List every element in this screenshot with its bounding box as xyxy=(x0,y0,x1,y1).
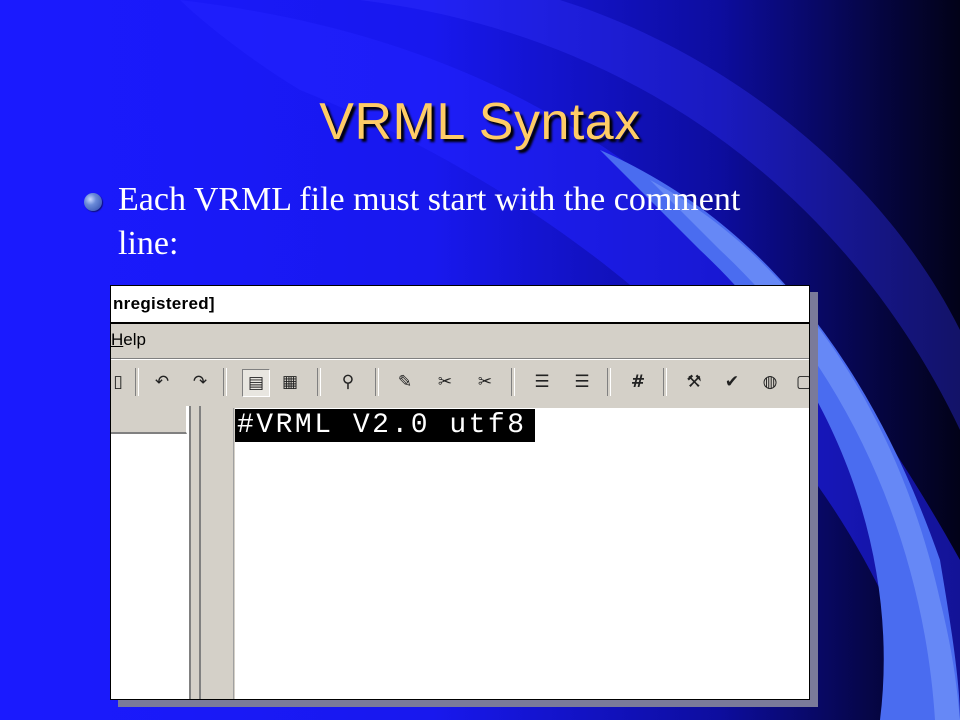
selected-code-line[interactable]: #VRML V2.0 utf8 xyxy=(235,409,535,442)
toolbar-separator xyxy=(223,368,227,396)
pane-splitter[interactable] xyxy=(191,406,197,699)
view-tree-icon[interactable]: ▤ xyxy=(242,369,270,397)
copy-node-icon[interactable]: ✂ xyxy=(472,369,498,395)
check-icon[interactable]: ✔ xyxy=(719,369,745,395)
editor-gutter xyxy=(201,408,234,699)
slide-title: VRML Syntax xyxy=(319,93,641,151)
code-editor[interactable]: #VRML V2.0 utf8 xyxy=(235,408,809,699)
indent-icon[interactable]: ☰ xyxy=(569,369,595,395)
toolbar-separator xyxy=(317,368,321,396)
redo-icon[interactable]: ↷ xyxy=(187,369,213,395)
editor-screenshot: nregistered] Help ▯ ↶ ↷ ▤ ▦ ⚲ ✎ ✂ ✂ ☰ ☰ … xyxy=(110,285,810,700)
menu-bar: Help xyxy=(111,324,809,359)
menu-item-help[interactable]: Help xyxy=(111,330,146,350)
tree-pane-header xyxy=(111,406,187,434)
outdent-icon[interactable]: ☰ xyxy=(529,369,555,395)
toolbar-separator xyxy=(607,368,611,396)
preview-icon[interactable]: ▢ xyxy=(791,369,809,395)
globe-icon[interactable]: ◍ xyxy=(757,369,783,395)
bullet-icon xyxy=(84,193,102,211)
hash-icon[interactable]: # xyxy=(625,369,651,395)
build-icon[interactable]: ⚒ xyxy=(681,369,707,395)
toolbar: ▯ ↶ ↷ ▤ ▦ ⚲ ✎ ✂ ✂ ☰ ☰ # ⚒ ✔ ◍ ▢ xyxy=(111,359,809,406)
bullet-text: Each VRML file must start with the comme… xyxy=(118,181,741,262)
window-titlebar: nregistered] xyxy=(111,286,809,324)
editor-frame: #VRML V2.0 utf8 xyxy=(199,406,809,699)
view-props-icon[interactable]: ▦ xyxy=(277,369,303,395)
print-icon[interactable]: ▯ xyxy=(111,369,131,395)
toolbar-separator xyxy=(663,368,667,396)
tree-pane[interactable] xyxy=(111,406,191,699)
toolbar-separator xyxy=(375,368,379,396)
menu-help-rest: elp xyxy=(123,330,146,349)
undo-icon[interactable]: ↶ xyxy=(149,369,175,395)
toolbar-separator xyxy=(135,368,139,396)
toolbar-separator xyxy=(511,368,515,396)
window-title: nregistered] xyxy=(113,294,215,313)
marker-icon[interactable]: ✎ xyxy=(392,369,418,395)
menu-help-mnemonic: H xyxy=(111,330,124,349)
cut-node-icon[interactable]: ✂ xyxy=(432,369,458,395)
find-icon[interactable]: ⚲ xyxy=(335,369,361,395)
